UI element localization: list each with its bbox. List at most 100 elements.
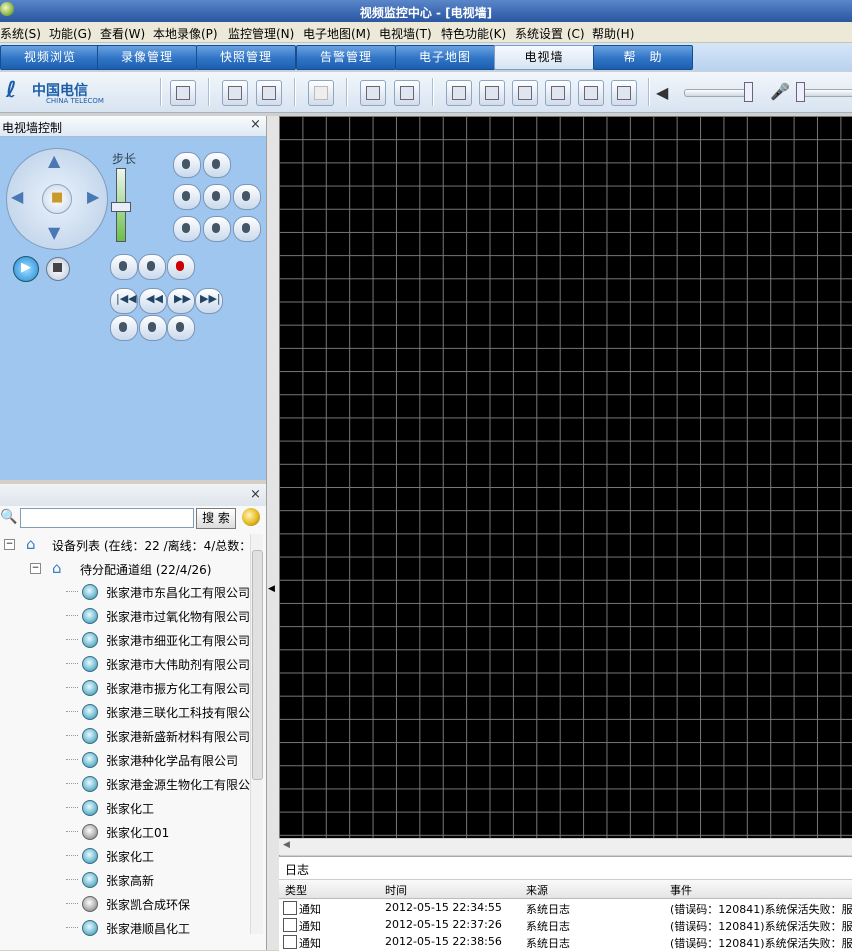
- menu-local-record[interactable]: 本地录像(P): [153, 25, 218, 42]
- lock-icon: ■: [51, 190, 64, 205]
- device-list-scrollbar[interactable]: [250, 534, 263, 934]
- layout-button[interactable]: [394, 80, 420, 106]
- screen-icon: [617, 86, 631, 100]
- tab-emap[interactable]: 电子地图: [395, 45, 495, 70]
- log-col-source[interactable]: 来源: [526, 882, 548, 898]
- fullscreen-button[interactable]: [360, 80, 386, 106]
- camera-online-icon: [82, 872, 98, 888]
- focus-near-button[interactable]: [173, 184, 201, 210]
- rewind-button[interactable]: ◀◀: [139, 288, 167, 314]
- screen-button[interactable]: [611, 80, 637, 106]
- focus-far-button[interactable]: [203, 184, 231, 210]
- ptz-lock-button[interactable]: ■: [42, 184, 72, 214]
- step-slider-thumb[interactable]: [111, 202, 131, 212]
- keyboard-button[interactable]: [479, 80, 505, 106]
- zoom-in-button[interactable]: [173, 152, 201, 178]
- menu-system[interactable]: 系统(S): [0, 25, 41, 42]
- volume-slider[interactable]: [684, 89, 752, 97]
- fast-forward-button[interactable]: ▶▶: [167, 288, 195, 314]
- ptz-up-button[interactable]: ▲: [48, 151, 60, 170]
- playback-button[interactable]: [256, 80, 282, 106]
- tree-root-label: 设备列表 (在线：22 /离线：4/总数：: [52, 539, 252, 553]
- menu-settings[interactable]: 系统设置 (C): [515, 25, 585, 42]
- focus-auto-button[interactable]: [233, 184, 261, 210]
- log-row[interactable]: 通知 2012-05-15 22:37:26 系统日志 (错误码：120841)系统保…: [279, 916, 852, 933]
- ptz-left-button[interactable]: ◀: [11, 187, 23, 206]
- menu-function[interactable]: 功能(G): [49, 25, 92, 42]
- menu-special[interactable]: 特色功能(K): [441, 25, 506, 42]
- tab-snapshot[interactable]: 快照管理: [196, 45, 296, 70]
- panel-splitter[interactable]: ◀: [266, 116, 280, 950]
- fullscreen-icon: [366, 86, 380, 100]
- video-wall-grid[interactable]: [279, 116, 852, 838]
- folder-button[interactable]: [446, 80, 472, 106]
- toolbar-separator: [208, 78, 210, 106]
- skip-start-button[interactable]: |◀◀: [110, 288, 138, 314]
- video-wall-hscroll[interactable]: ◀: [279, 838, 852, 855]
- snapshot-button[interactable]: [512, 80, 538, 106]
- log-row[interactable]: 通知 2012-05-15 22:38:56 系统日志 (错误码：120841)系统保…: [279, 933, 852, 950]
- tree-connector: [66, 855, 78, 856]
- log-cell-event: (错误码：120841)系统保活失败：服: [670, 903, 852, 916]
- collapse-icon[interactable]: −: [4, 539, 15, 550]
- record-dot-icon: [176, 261, 184, 271]
- tab-video-browse[interactable]: 视频浏览: [0, 45, 100, 70]
- monitor-icon-button[interactable]: [170, 80, 196, 106]
- collapse-icon[interactable]: −: [30, 563, 41, 574]
- zoom-out-button[interactable]: [203, 152, 231, 178]
- volume-slider-thumb[interactable]: [744, 82, 753, 102]
- stop-icon: [53, 263, 62, 272]
- collapse-arrow-icon[interactable]: ◀: [268, 584, 275, 594]
- log-col-type[interactable]: 类型: [285, 882, 307, 898]
- brand-name-en: CHINA TELECOM: [46, 97, 104, 105]
- user-tool-button[interactable]: [167, 315, 195, 341]
- menu-view[interactable]: 查看(W): [100, 25, 145, 42]
- window-title: 视频监控中心 - [电视墙]: [359, 6, 493, 20]
- close-icon[interactable]: ×: [250, 487, 261, 502]
- log-cell-source: 系统日志: [526, 920, 570, 933]
- iris-auto-button[interactable]: [233, 216, 261, 242]
- tab-tvwall[interactable]: 电视墙: [494, 45, 594, 70]
- settings-tool-button[interactable]: [110, 254, 138, 280]
- close-video-button[interactable]: [308, 80, 334, 106]
- log-col-time[interactable]: 时间: [385, 882, 407, 898]
- tree-connector: [66, 735, 78, 736]
- tab-help[interactable]: 帮 助: [593, 45, 693, 70]
- menu-tvwall[interactable]: 电视墙(T): [379, 25, 432, 42]
- mic-slider-thumb[interactable]: [796, 82, 805, 102]
- menu-emap[interactable]: 电子地图(M): [303, 25, 371, 42]
- log-row[interactable]: 通知 2012-05-15 22:34:55 系统日志 (错误码：120841)系统保…: [279, 899, 852, 916]
- iris-close-button[interactable]: [203, 216, 231, 242]
- device-name: 张家港市东昌化工有限公司: [106, 586, 251, 600]
- light-icon: [242, 191, 250, 201]
- scroll-left-icon[interactable]: ◀: [283, 840, 290, 850]
- ptz-down-button[interactable]: ▼: [48, 223, 60, 242]
- device-search-input[interactable]: [20, 508, 194, 528]
- close-icon[interactable]: ×: [250, 117, 261, 132]
- list-tool-button[interactable]: [139, 315, 167, 341]
- toolbar-separator: [432, 78, 434, 106]
- disc-button[interactable]: [578, 80, 604, 106]
- lock-button[interactable]: [545, 80, 571, 106]
- globe-icon[interactable]: [242, 508, 260, 526]
- menu-monitor-manage[interactable]: 监控管理(N): [228, 25, 294, 42]
- rewind-icon: ◀◀: [146, 292, 163, 305]
- toolbar-separator: [294, 78, 296, 106]
- tab-alarm[interactable]: 告警管理: [296, 45, 396, 70]
- log-col-event[interactable]: 事件: [670, 882, 692, 898]
- light-icon: [182, 191, 190, 201]
- camera-snapshot-button[interactable]: [138, 254, 166, 280]
- control-panel-title: 电视墙控制: [2, 121, 63, 135]
- search-tool-button[interactable]: [110, 315, 138, 341]
- stop-button[interactable]: [46, 257, 70, 281]
- record-start-button[interactable]: [167, 254, 195, 280]
- iris-open-button[interactable]: [173, 216, 201, 242]
- skip-end-button[interactable]: ▶▶|: [195, 288, 223, 314]
- record-button[interactable]: [222, 80, 248, 106]
- menu-help[interactable]: 帮助(H): [592, 25, 634, 42]
- ptz-right-button[interactable]: ▶: [87, 187, 99, 206]
- play-button[interactable]: ▶: [13, 256, 39, 282]
- search-button[interactable]: 搜 索: [196, 508, 236, 529]
- scrollbar-thumb[interactable]: [252, 550, 263, 780]
- tab-recording[interactable]: 录像管理: [97, 45, 197, 70]
